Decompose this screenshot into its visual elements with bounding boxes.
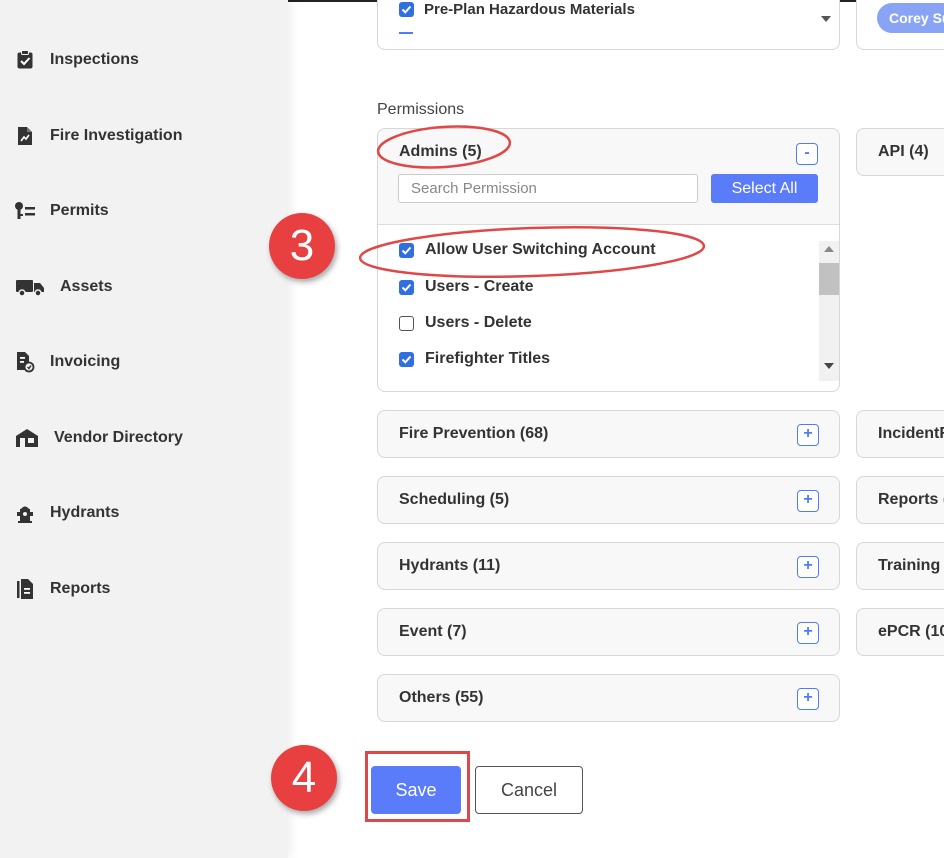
scroll-thumb[interactable] bbox=[819, 263, 839, 295]
scrollbar[interactable] bbox=[819, 241, 839, 381]
checkbox-checked[interactable] bbox=[399, 279, 414, 295]
scroll-down-arrow-icon[interactable] bbox=[821, 16, 831, 22]
group-title: Event (7) bbox=[399, 623, 467, 640]
select-all-button[interactable]: Select All bbox=[711, 174, 818, 203]
permission-item[interactable]: Pre-Plan Hazardous Materials bbox=[399, 1, 635, 18]
sidebar-item-fire-investigation[interactable]: Fire Investigation bbox=[14, 116, 182, 156]
hydrant-icon bbox=[14, 502, 36, 524]
group-title: IncidentR bbox=[878, 425, 944, 442]
permission-item-label: Users - Create bbox=[425, 278, 534, 295]
checkbox-checked[interactable] bbox=[399, 2, 414, 17]
group-fire-prevention[interactable]: Fire Prevention (68) + bbox=[377, 410, 840, 458]
scroll-up-arrow-icon[interactable] bbox=[824, 246, 834, 252]
expand-button[interactable]: + bbox=[797, 424, 819, 446]
expand-button[interactable]: + bbox=[797, 622, 819, 644]
sidebar-item-label: Vendor Directory bbox=[54, 429, 183, 446]
sidebar-item-label: Hydrants bbox=[50, 504, 120, 521]
scroll-down-arrow-icon[interactable] bbox=[824, 363, 834, 369]
group-event[interactable]: Event (7) + bbox=[377, 608, 840, 656]
permission-item[interactable]: Users - Delete bbox=[399, 314, 532, 332]
group-epcr[interactable]: ePCR (10 bbox=[856, 608, 944, 656]
permission-item[interactable]: Allow User Switching Account bbox=[399, 241, 656, 259]
assigned-users-box: Corey Su bbox=[856, 0, 944, 50]
permission-item-label: Pre-Plan Hazardous Materials bbox=[424, 1, 635, 18]
sidebar-item-vendor-directory[interactable]: Vendor Directory bbox=[14, 418, 183, 458]
permission-item-label: Firefighter Titles bbox=[425, 350, 551, 367]
sidebar-item-assets[interactable]: Assets bbox=[14, 267, 112, 307]
expand-button[interactable]: + bbox=[797, 490, 819, 512]
group-title: Reports ( bbox=[878, 491, 944, 508]
group-title: Fire Prevention (68) bbox=[399, 425, 549, 442]
group-incident-reporting[interactable]: IncidentR bbox=[856, 410, 944, 458]
user-chip[interactable]: Corey Su bbox=[877, 3, 944, 33]
sidebar-item-hydrants[interactable]: Hydrants bbox=[14, 493, 119, 533]
permission-item-label: Allow User Switching Account bbox=[425, 241, 656, 258]
group-hydrants[interactable]: Hydrants (11) + bbox=[377, 542, 840, 590]
sidebar-item-label: Reports bbox=[50, 580, 111, 597]
sidebar-item-invoicing[interactable]: Invoicing bbox=[14, 342, 120, 382]
permission-list-box: Pre-Plan Hazardous Materials bbox=[377, 0, 840, 50]
group-title: Training ( bbox=[878, 557, 944, 574]
sidebar-item-inspections[interactable]: Inspections bbox=[14, 40, 139, 80]
report-file-icon bbox=[14, 578, 36, 600]
sidebar-item-label: Assets bbox=[60, 278, 113, 295]
truck-icon bbox=[14, 276, 46, 298]
save-highlight-box bbox=[365, 751, 470, 822]
store-icon bbox=[14, 427, 40, 449]
sidebar-item-label: Invoicing bbox=[50, 353, 121, 370]
permissions-section-label: Permissions bbox=[377, 101, 465, 118]
partial-checkbox bbox=[399, 32, 413, 34]
sidebar-item-permits[interactable]: Permits bbox=[14, 191, 109, 231]
permission-item[interactable]: Firefighter Titles bbox=[399, 350, 550, 368]
group-title: API (4) bbox=[878, 143, 929, 160]
sidebar: Inspections Fire Investigation Permits A… bbox=[0, 0, 288, 858]
group-training[interactable]: Training ( bbox=[856, 542, 944, 590]
search-permission-input[interactable] bbox=[398, 174, 698, 203]
group-others[interactable]: Others (55) + bbox=[377, 674, 840, 722]
sidebar-item-label: Inspections bbox=[50, 51, 139, 68]
admins-permission-list: Allow User Switching Account Users - Cre… bbox=[378, 224, 839, 391]
expand-button[interactable]: + bbox=[797, 556, 819, 578]
admins-group-title: Admins (5) bbox=[399, 143, 482, 160]
group-title: Others (55) bbox=[399, 689, 484, 706]
key-list-icon bbox=[14, 200, 36, 222]
sidebar-item-reports[interactable]: Reports bbox=[14, 569, 110, 609]
group-scheduling[interactable]: Scheduling (5) + bbox=[377, 476, 840, 524]
clipboard-check-icon bbox=[14, 49, 36, 71]
step-3-badge: 3 bbox=[269, 213, 335, 279]
step-4-badge: 4 bbox=[271, 745, 337, 811]
checkbox-checked[interactable] bbox=[399, 242, 414, 258]
sidebar-item-label: Permits bbox=[50, 202, 109, 219]
cancel-button[interactable]: Cancel bbox=[475, 766, 583, 814]
sidebar-item-label: Fire Investigation bbox=[50, 127, 183, 144]
group-title: ePCR (10 bbox=[878, 623, 944, 640]
admins-permission-panel: Admins (5) - Select All Allow User Switc… bbox=[377, 128, 840, 392]
permission-item-label: Users - Delete bbox=[425, 314, 532, 331]
file-chart-icon bbox=[14, 125, 36, 147]
checkbox-checked[interactable] bbox=[399, 351, 414, 367]
expand-button[interactable]: + bbox=[797, 688, 819, 710]
group-title: Hydrants (11) bbox=[399, 557, 501, 574]
group-api[interactable]: API (4) bbox=[856, 128, 944, 176]
permission-item[interactable]: Users - Create bbox=[399, 278, 534, 296]
invoice-icon bbox=[14, 351, 36, 373]
collapse-button[interactable]: - bbox=[796, 143, 818, 165]
group-reports[interactable]: Reports ( bbox=[856, 476, 944, 524]
checkbox-unchecked[interactable] bbox=[399, 315, 414, 331]
main-content: Pre-Plan Hazardous Materials Corey Su Pe… bbox=[269, 0, 944, 858]
group-title: Scheduling (5) bbox=[399, 491, 510, 508]
